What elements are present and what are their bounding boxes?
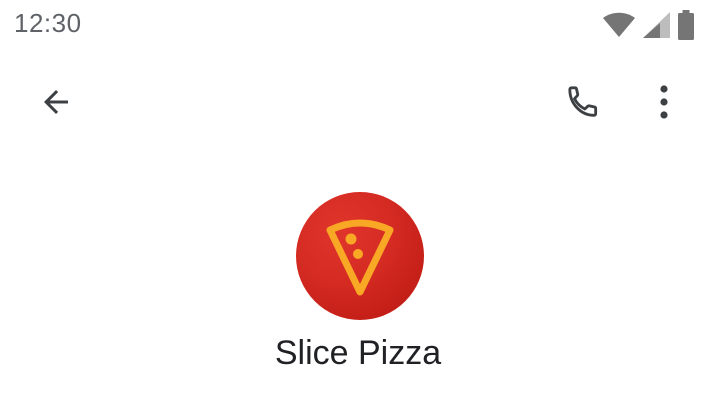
- wifi-icon: [602, 12, 636, 38]
- more-options-button[interactable]: [636, 76, 692, 132]
- back-button[interactable]: [28, 76, 84, 132]
- status-icons: [602, 9, 694, 41]
- status-bar: 12:30: [0, 0, 720, 50]
- battery-icon: [678, 10, 694, 40]
- more-vert-icon: [658, 84, 670, 125]
- business-logo: [296, 192, 424, 320]
- app-bar: [0, 70, 720, 140]
- phone-icon: [564, 82, 604, 127]
- call-button[interactable]: [556, 76, 612, 132]
- pizza-slice-icon: [320, 212, 400, 301]
- status-time: 12:30: [14, 8, 82, 38]
- cellular-signal-icon: [642, 11, 672, 39]
- arrow-back-icon: [38, 84, 74, 125]
- business-profile-screen: 12:30 Slice Pizza: [0, 0, 720, 406]
- business-name: Slice Pizza: [274, 334, 442, 372]
